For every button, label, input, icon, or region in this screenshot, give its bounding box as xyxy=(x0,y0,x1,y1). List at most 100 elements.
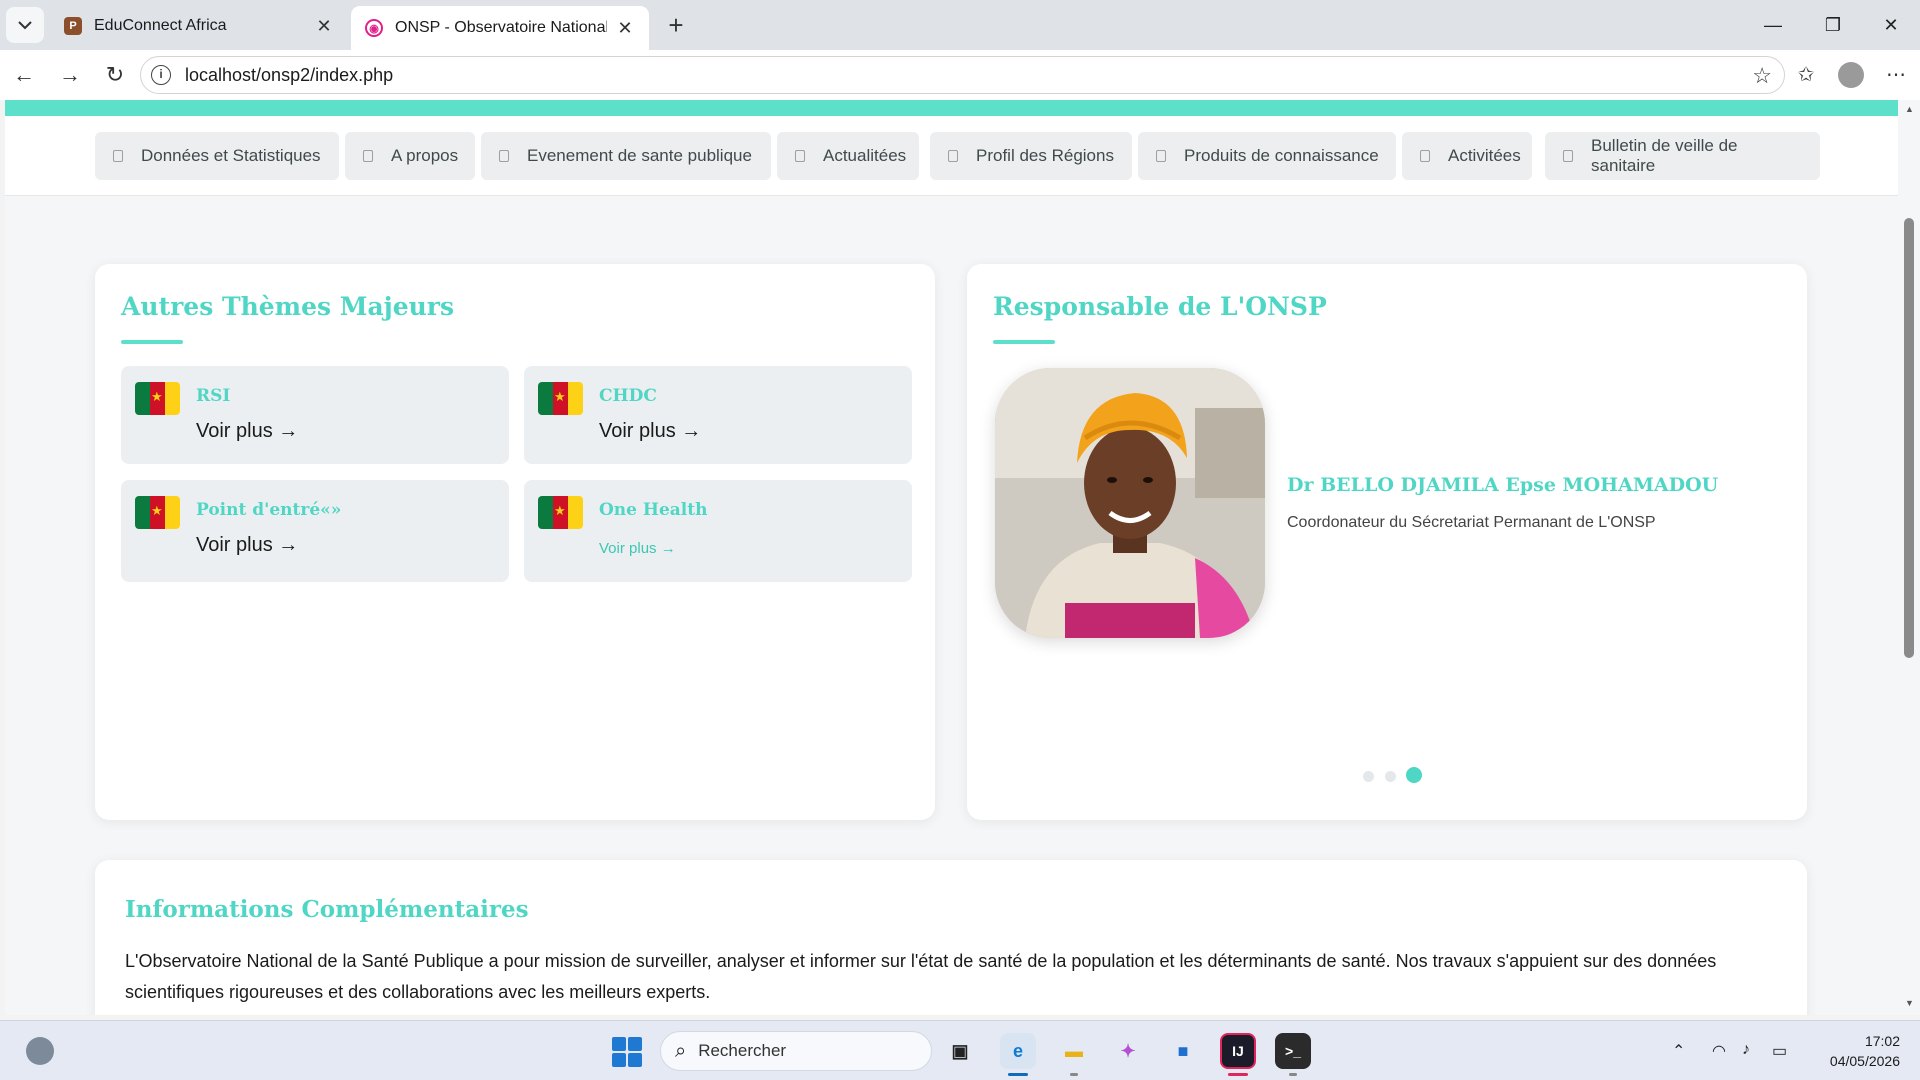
copilot-icon[interactable]: ✦ xyxy=(1110,1033,1146,1069)
forward-button[interactable]: → xyxy=(54,59,86,91)
nav-icon xyxy=(113,150,123,162)
voir-plus-link[interactable]: Voir plus → xyxy=(196,534,298,557)
responsable-title: Responsable de L'ONSP xyxy=(993,292,1327,321)
task-view-icon[interactable]: ▣ xyxy=(942,1033,978,1069)
nav-item-label: Profil des Régions xyxy=(976,146,1114,165)
nav-item-produits[interactable]: Produits de connaissance xyxy=(1138,132,1396,180)
site-navbar: Données et Statistiques A propos Eveneme… xyxy=(5,116,1898,196)
app-indicator xyxy=(1289,1073,1297,1076)
scroll-down-icon[interactable]: ▼ xyxy=(1905,998,1914,1008)
info-title: Informations Complémentaires xyxy=(125,896,529,923)
reload-button[interactable]: ↻ xyxy=(99,59,131,91)
theme-card-one-health[interactable]: One Health Voir plus → xyxy=(524,480,912,582)
more-menu-icon[interactable]: ⋯ xyxy=(1880,59,1912,91)
microsoft-store-icon[interactable]: ■ xyxy=(1165,1033,1201,1069)
minimize-button[interactable]: — xyxy=(1748,10,1798,40)
nav-icon xyxy=(948,150,958,162)
tab-title: EduConnect Africa xyxy=(94,17,227,34)
responsable-role: Coordonateur du Sécretariat Permanant de… xyxy=(1287,514,1656,531)
cameroon-flag-icon xyxy=(538,496,583,529)
wifi-icon[interactable]: ◠ xyxy=(1712,1041,1726,1061)
cameroon-flag-icon xyxy=(135,382,180,415)
tab-educonnect[interactable]: P EduConnect Africa ✕ xyxy=(50,6,348,46)
search-icon: ⌕ xyxy=(675,1039,687,1062)
nav-item-donnees[interactable]: Données et Statistiques xyxy=(95,132,339,180)
back-button[interactable]: ← xyxy=(8,59,40,91)
voir-plus-link[interactable]: Voir plus → xyxy=(196,420,298,443)
terminal-icon[interactable]: >_ xyxy=(1275,1033,1311,1069)
windows-start-icon[interactable] xyxy=(612,1037,642,1067)
volume-icon[interactable]: ♪ xyxy=(1742,1041,1750,1059)
nav-icon xyxy=(1563,150,1573,162)
info-card: Informations Complémentaires L'Observato… xyxy=(95,860,1807,1015)
nav-icon xyxy=(1420,150,1430,162)
edge-browser-icon[interactable]: e xyxy=(1000,1033,1036,1069)
taskbar-search-label: Rechercher xyxy=(698,1041,787,1060)
carousel-dot-1[interactable] xyxy=(1363,771,1374,782)
onsp-favicon: ◉ xyxy=(365,19,383,37)
nav-item-actualites[interactable]: Actualitées xyxy=(777,132,919,180)
browser-tabstrip: P EduConnect Africa ✕ ◉ ONSP - Observato… xyxy=(0,0,1920,50)
nav-item-activites[interactable]: Activitées xyxy=(1402,132,1532,180)
nav-item-label: Données et Statistiques xyxy=(141,146,321,165)
active-app-indicator xyxy=(1008,1073,1028,1076)
tab-list-button[interactable] xyxy=(6,7,44,43)
voir-plus-link[interactable]: Voir plus → xyxy=(599,420,701,443)
close-tab-icon[interactable]: ✕ xyxy=(314,16,334,37)
nav-item-apropos[interactable]: A propos xyxy=(345,132,475,180)
educonnect-favicon: P xyxy=(64,17,82,35)
carousel-dot-2[interactable] xyxy=(1385,771,1396,782)
close-window-button[interactable]: ✕ xyxy=(1866,10,1916,40)
responsable-portrait xyxy=(995,368,1265,638)
portrait-illustration xyxy=(995,368,1265,638)
app-indicator xyxy=(1228,1073,1248,1076)
profile-avatar[interactable] xyxy=(1838,62,1864,88)
nav-item-label: Bulletin de veille de sanitaire xyxy=(1591,136,1738,175)
scrollbar-thumb[interactable] xyxy=(1904,218,1914,658)
nav-icon xyxy=(499,150,509,162)
theme-name: RSI xyxy=(196,386,231,406)
theme-name: One Health xyxy=(599,500,708,520)
file-explorer-icon[interactable]: ▬ xyxy=(1056,1033,1092,1069)
nav-icon xyxy=(795,150,805,162)
theme-name: Point d'entré«» xyxy=(196,500,342,520)
theme-card-point-entree[interactable]: Point d'entré«» Voir plus → xyxy=(121,480,509,582)
title-underline xyxy=(993,340,1055,344)
voir-plus-link[interactable]: Voir plus → xyxy=(599,540,676,557)
tab-title: ONSP - Observatoire National de l xyxy=(395,19,607,36)
battery-icon[interactable]: ▭ xyxy=(1772,1041,1787,1061)
nav-item-label: Actualitées xyxy=(823,146,907,165)
address-bar[interactable]: i localhost/onsp2/index.php ☆ xyxy=(140,56,1785,94)
nav-item-label: Produits de connaissance xyxy=(1184,146,1379,165)
taskbar-search[interactable]: ⌕ Rechercher xyxy=(660,1031,932,1071)
site-info-icon[interactable]: i xyxy=(151,65,171,85)
nav-icon xyxy=(363,150,373,162)
new-tab-button[interactable]: + xyxy=(660,10,692,42)
nav-item-bulletin[interactable]: Bulletin de veille de sanitaire xyxy=(1545,132,1820,180)
nav-item-label: Activitées xyxy=(1448,146,1521,165)
restore-button[interactable]: ❐ xyxy=(1808,10,1858,40)
nav-item-evenement[interactable]: Evenement de sante publique xyxy=(481,132,771,180)
carousel-dot-3-active[interactable] xyxy=(1406,767,1422,783)
close-tab-icon[interactable]: ✕ xyxy=(615,18,635,39)
tab-onsp[interactable]: ◉ ONSP - Observatoire National de l ✕ xyxy=(351,6,649,50)
nav-icon xyxy=(1156,150,1166,162)
scroll-up-icon[interactable]: ▲ xyxy=(1905,104,1914,114)
clock-time: 17:02 xyxy=(1864,1033,1900,1049)
responsable-card: Responsable de L'ONSP Dr BELLO DJAMILA E… xyxy=(967,264,1807,820)
page-scrollbar[interactable]: ▲ ▼ xyxy=(1898,100,1920,1015)
responsable-name: Dr BELLO DJAMILA Epse MOHAMADOU xyxy=(1287,474,1719,496)
weather-widget-icon[interactable] xyxy=(26,1037,54,1065)
nav-item-regions[interactable]: Profil des Régions xyxy=(930,132,1132,180)
theme-card-chdc[interactable]: CHDC Voir plus → xyxy=(524,366,912,464)
nav-item-label: Evenement de sante publique xyxy=(527,146,752,165)
favorites-icon[interactable]: ✩ xyxy=(1790,59,1822,91)
system-clock[interactable]: 17:02 04/05/2026 xyxy=(1810,1031,1900,1071)
theme-card-rsi[interactable]: RSI Voir plus → xyxy=(121,366,509,464)
info-text: L'Observatoire National de la Santé Publ… xyxy=(125,951,1717,1002)
show-hidden-icons-chevron[interactable]: ⌃ xyxy=(1672,1041,1685,1061)
address-url[interactable]: localhost/onsp2/index.php xyxy=(185,65,393,86)
favorite-star-icon[interactable]: ☆ xyxy=(1752,63,1772,89)
cameroon-flag-icon xyxy=(538,382,583,415)
jetbrains-ide-icon[interactable]: IJ xyxy=(1220,1033,1256,1069)
